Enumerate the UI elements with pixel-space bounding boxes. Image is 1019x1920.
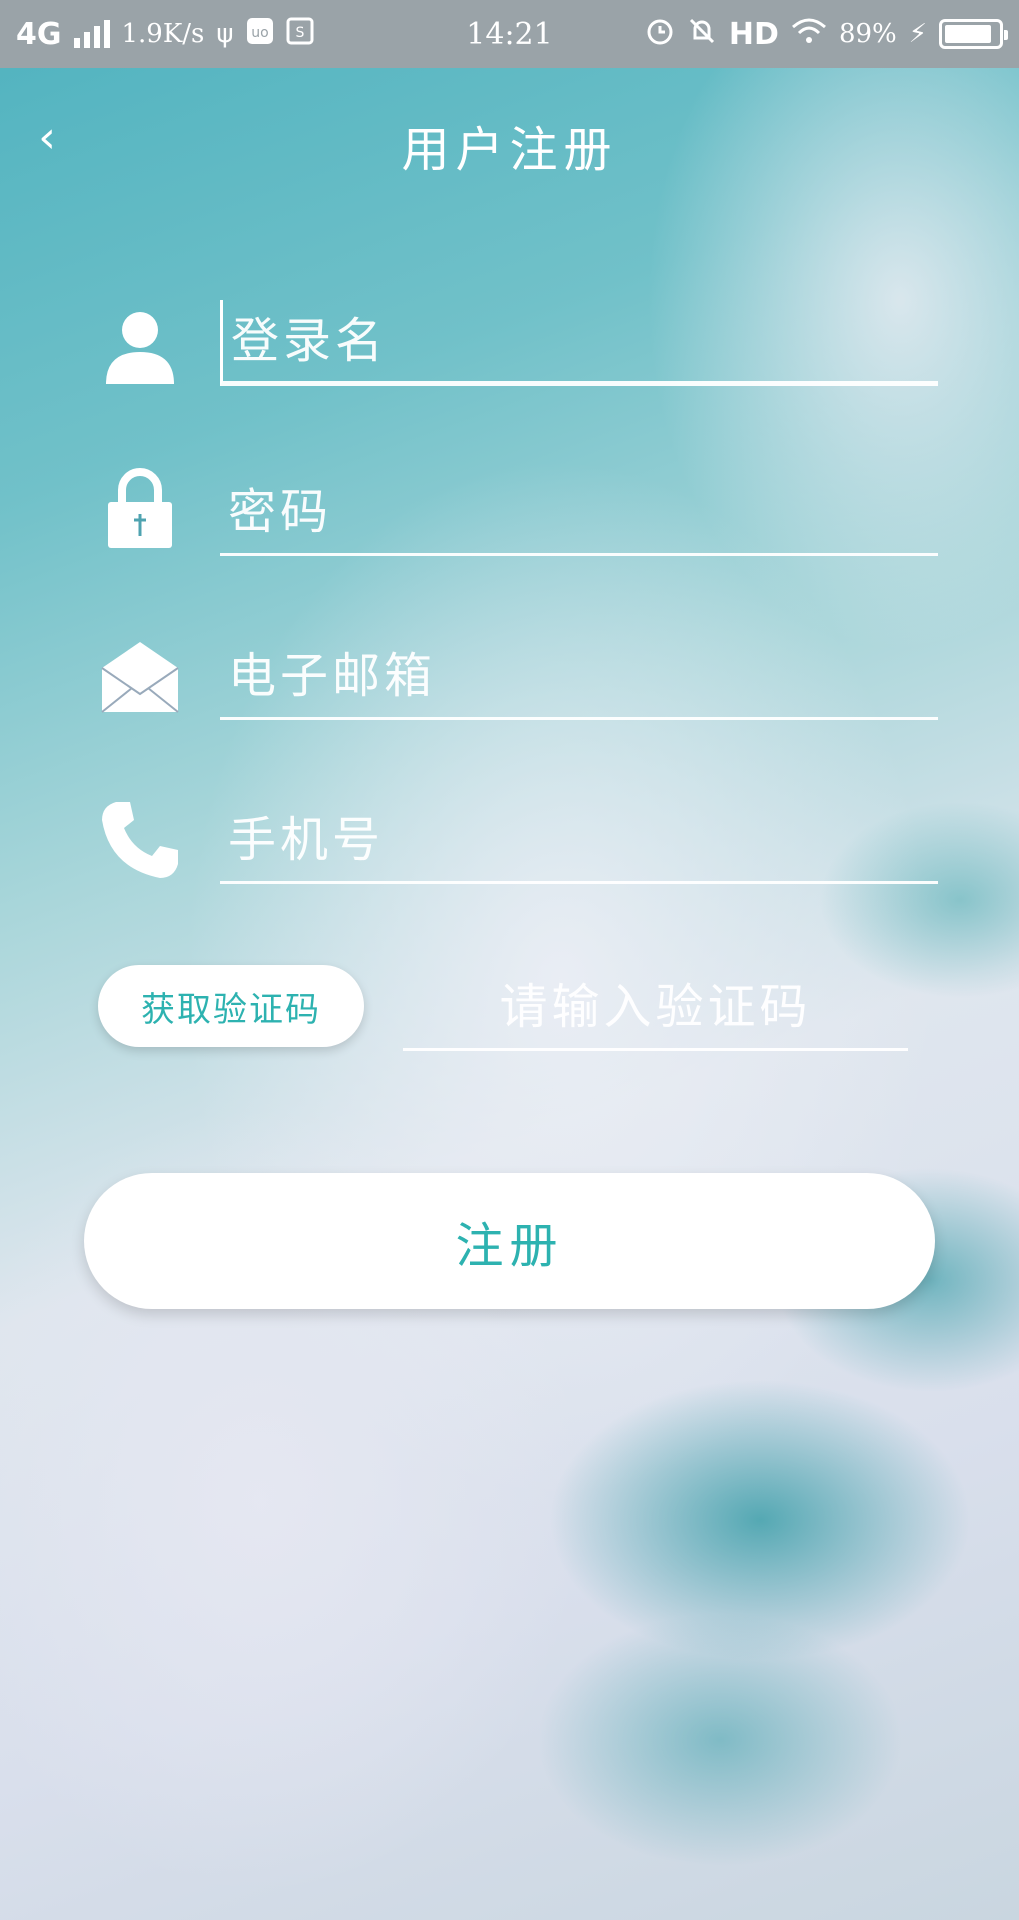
wifi-icon — [791, 17, 827, 52]
username-input[interactable] — [220, 300, 938, 386]
battery-fill — [945, 25, 992, 43]
page-title: 用户注册 — [401, 122, 618, 178]
network-type: 4G — [16, 16, 62, 52]
email-row — [0, 634, 1019, 744]
username-row — [0, 300, 1019, 410]
charging-icon: ⚡ — [908, 19, 927, 49]
code-input[interactable] — [403, 965, 908, 1051]
network-speed: 1.9K/s — [121, 19, 205, 49]
envelope-icon — [101, 642, 179, 713]
screenshot-icon: S — [286, 17, 314, 52]
register-button[interactable]: 注册 — [84, 1173, 935, 1309]
title-bar: ‹ 用户注册 — [0, 100, 1019, 180]
get-code-button[interactable]: 获取验证码 — [98, 965, 364, 1047]
svg-text:S: S — [295, 25, 304, 41]
lock-icon — [108, 468, 172, 548]
battery-percent: 89% — [838, 19, 897, 49]
phone-row — [0, 798, 1019, 908]
email-input[interactable] — [220, 634, 938, 720]
hd-indicator: HD — [728, 16, 779, 52]
mute-icon — [687, 16, 717, 53]
status-bar-right: HD 89% ⚡ — [645, 16, 1008, 53]
password-row — [0, 468, 1019, 580]
status-bar: 4G 1.9K/s ψ uo S 14:21 HD 89% ⚡ — [0, 0, 1019, 68]
alarm-icon — [645, 16, 675, 53]
signal-icon — [73, 20, 110, 48]
phone-icon — [102, 802, 178, 878]
status-bar-left: 4G 1.9K/s ψ uo S — [16, 17, 314, 52]
usb-icon: ψ — [216, 19, 234, 49]
svg-text:uo: uo — [251, 25, 268, 41]
phone-input[interactable] — [220, 798, 938, 884]
app-icon: uo — [246, 17, 274, 52]
user-icon — [106, 312, 174, 384]
password-input[interactable] — [220, 470, 938, 556]
battery-icon — [939, 19, 1008, 49]
